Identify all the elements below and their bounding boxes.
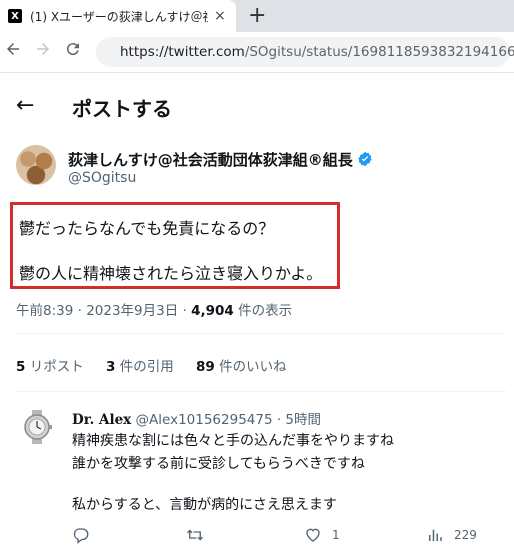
url-path: /SOgitsu/status/1698118593832194166: [244, 44, 514, 60]
likes-label: 件のいいね: [214, 359, 287, 375]
browser-toolbar: https://twitter.com/SOgitsu/status/16981…: [0, 32, 514, 73]
browser-tab[interactable]: X (1) Xユーザーの荻津しんすけ＠社会活 ×: [0, 0, 236, 32]
like-count: 1: [332, 528, 340, 542]
page-header: ← ポストする: [0, 73, 514, 143]
reply-action[interactable]: [72, 526, 100, 544]
tab-title: (1) Xユーザーの荻津しんすけ＠社会活: [30, 9, 208, 24]
post-text-line: 鬱の人に精神壊されたら泣き寝入りかよ。: [19, 264, 323, 283]
author-name-row[interactable]: 荻津しんすけ@社会活動団体荻津組®組長: [68, 149, 373, 170]
reposts-stat[interactable]: 5 リポスト: [16, 359, 84, 375]
divider: [16, 391, 506, 392]
url-domain: https://twitter.com: [120, 44, 245, 60]
author-name[interactable]: 荻津しんすけ@社会活動団体荻津組®組長: [68, 151, 353, 169]
author-handle[interactable]: @SOgitsu: [68, 170, 136, 186]
avatar[interactable]: [16, 145, 56, 185]
quotes-stat[interactable]: 3 件の引用: [106, 359, 174, 375]
browser-tab-bar: X (1) Xユーザーの荻津しんすけ＠社会活 × +: [0, 0, 514, 32]
repost-icon: [187, 529, 203, 541]
reply-item[interactable]: Dr. Alex @Alex10156295475 · 5時間 精神疾患な割には…: [0, 398, 514, 557]
reposts-label: リポスト: [25, 359, 84, 375]
view-count: 4,904: [191, 303, 234, 319]
back-arrow-icon[interactable]: ←: [16, 93, 34, 118]
quotes-label: 件の引用: [115, 359, 174, 375]
address-bar[interactable]: https://twitter.com/SOgitsu/status/16981…: [96, 37, 514, 67]
reply-text-line: 私からすると、言動が病的にさえ思えます: [72, 497, 337, 513]
reply-author-name[interactable]: Dr. Alex: [72, 412, 131, 428]
reload-icon[interactable]: [64, 39, 82, 63]
quotes-count: 3: [106, 359, 116, 375]
divider: [16, 333, 506, 334]
like-action[interactable]: 1: [304, 526, 340, 544]
reply-text-line: 精神疾患な割には色々と手の込んだ事をやりますね: [72, 433, 394, 449]
post-text-line: 鬱だったらなんでも免責になるの？: [19, 219, 275, 238]
likes-count: 89: [196, 359, 215, 375]
views-action[interactable]: 229: [426, 526, 477, 544]
post-stats: 5 リポスト 3 件の引用 89 件のいいね: [16, 355, 305, 375]
forward-icon[interactable]: [34, 39, 52, 63]
post-author: 荻津しんすけ@社会活動団体荻津組®組長 @SOgitsu: [16, 145, 506, 195]
post-timestamp[interactable]: 午前8:39 · 2023年9月3日 ·: [16, 303, 191, 319]
x-logo-icon: X: [8, 9, 22, 23]
reposts-count: 5: [16, 359, 26, 375]
repost-action[interactable]: [186, 526, 214, 544]
post-text-highlight: 鬱だったらなんでも免責になるの？ 鬱の人に精神壊されたら泣き寝入りかよ。: [10, 202, 340, 289]
analytics-icon: [429, 529, 442, 541]
view-count-label: 件の表示: [233, 303, 293, 319]
reply-header: Dr. Alex @Alex10156295475 · 5時間: [72, 408, 321, 428]
new-tab-icon[interactable]: +: [248, 3, 266, 28]
reply-text-line: 誰かを攻撃する前に受診してもらうべきですね: [72, 456, 365, 472]
watch-avatar-icon[interactable]: [22, 410, 52, 444]
back-icon[interactable]: [4, 39, 22, 63]
reply-actions: 1 229: [72, 526, 492, 546]
page-title: ポストする: [72, 97, 172, 121]
likes-stat[interactable]: 89 件のいいね: [196, 359, 287, 375]
verified-badge-icon: [358, 151, 372, 167]
close-icon[interactable]: ×: [214, 8, 226, 24]
url-text: https://twitter.com/SOgitsu/status/16981…: [120, 44, 514, 60]
post-meta: 午前8:39 · 2023年9月3日 · 4,904 件の表示: [16, 299, 292, 319]
post-page: ← ポストする 荻津しんすけ@社会活動団体荻津組®組長 @SOgitsu 鬱だっ…: [0, 73, 514, 557]
reply-icon: [73, 528, 89, 544]
views-count: 229: [454, 528, 477, 542]
heart-icon: [306, 528, 320, 542]
reply-handle[interactable]: @Alex10156295475 · 5時間: [136, 412, 322, 428]
